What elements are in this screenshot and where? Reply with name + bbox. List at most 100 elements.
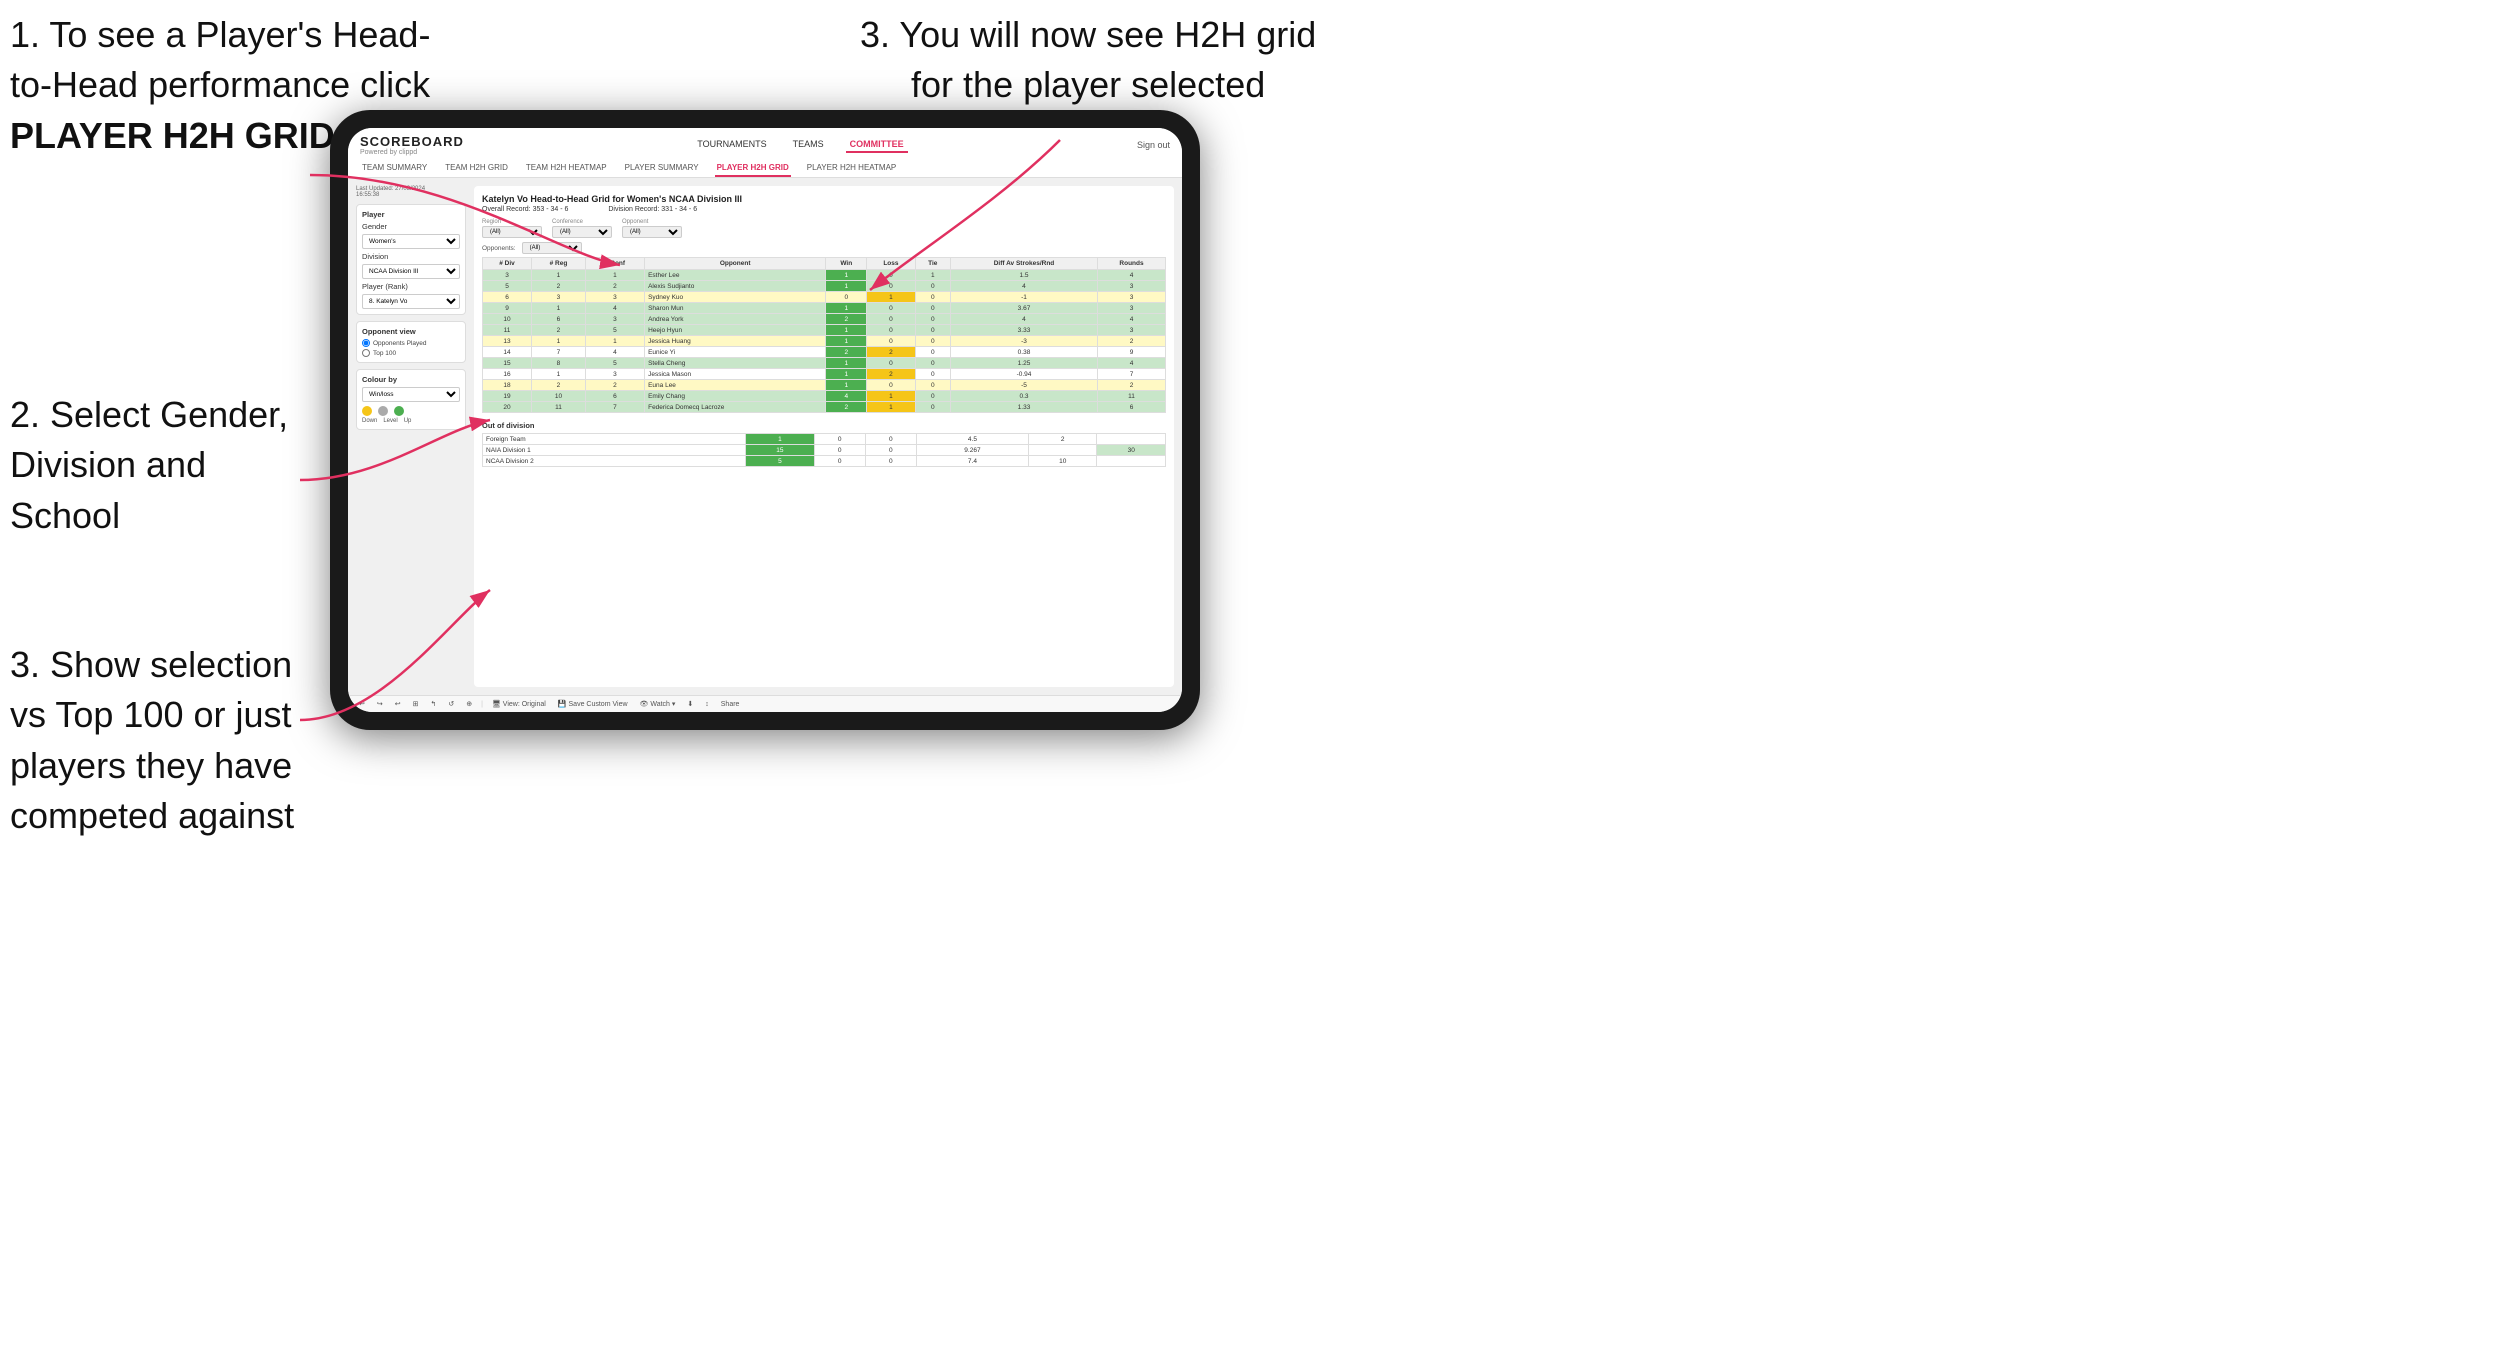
logo-sub: Powered by clippd [360,149,464,156]
cell-tie: 0 [865,456,916,467]
cell-rounds: 4 [1098,270,1166,281]
colour-dots [362,406,460,416]
nav-tournaments[interactable]: TOURNAMENTS [693,137,770,153]
cell-opponent: Federica Domecq Lacroze [645,402,826,413]
cell-extra: 30 [1097,445,1166,456]
cell-reg: 3 [532,292,586,303]
cell-loss: 0 [867,281,915,292]
table-row: 11 2 5 Heejo Hyun 1 0 0 3.33 3 [483,325,1166,336]
table-row: 3 1 1 Esther Lee 1 0 1 1.5 4 [483,270,1166,281]
nav-committee[interactable]: COMMITTEE [846,137,908,153]
conference-select[interactable]: (All) [552,226,612,238]
cell-win: 2 [826,402,867,413]
division-label: Division [362,252,460,261]
toolbar-download[interactable]: ⬇ [684,699,696,709]
cell-win: 1 [826,380,867,391]
cell-div: 19 [483,391,532,402]
cell-reg: 1 [532,369,586,380]
toolbar-redo[interactable]: ↪ [374,699,386,709]
col-win: Win [826,258,867,270]
cell-tie: 0 [865,434,916,445]
cell-tie: 0 [915,281,950,292]
region-select[interactable]: (All) [482,226,542,238]
logo-title: SCOREBOARD [360,134,464,149]
cell-win: 4 [826,391,867,402]
toolbar-view-original[interactable]: 🖥 View: Original [489,699,549,709]
cell-reg: 2 [532,281,586,292]
toolbar-undo[interactable]: ↩ [356,699,368,709]
sub-player-h2h-heatmap[interactable]: PLAYER H2H HEATMAP [805,160,899,177]
cell-rounds: 4 [1098,358,1166,369]
cell-rounds: 3 [1098,292,1166,303]
cell-rounds: 9 [1098,347,1166,358]
cell-diff: -5 [950,380,1097,391]
gender-select[interactable]: Women's [362,234,460,249]
cell-tie: 0 [915,402,950,413]
sub-team-h2h-grid[interactable]: TEAM H2H GRID [443,160,510,177]
sub-player-summary[interactable]: PLAYER SUMMARY [623,160,701,177]
opponent-select[interactable]: (All) [622,226,682,238]
cell-opponent: Alexis Sudjianto [645,281,826,292]
division-select[interactable]: NCAA Division III [362,264,460,279]
cell-diff: -1 [950,292,1097,303]
toolbar-arrow[interactable]: ↰ [428,699,440,709]
annotation-text-2: to-Head performance click [10,64,430,105]
cell-rounds: 3 [1098,281,1166,292]
overall-record: Overall Record: 353 - 34 - 6 [482,206,568,213]
sub-player-h2h-grid[interactable]: PLAYER H2H GRID [715,160,791,177]
annotation-lm-1: 2. Select Gender, [10,394,288,435]
toolbar-undo2[interactable]: ↩ [392,699,404,709]
annotation-text-1: 1. To see a Player's Head- [10,14,430,55]
sign-out-button[interactable]: Sign out [1137,140,1170,150]
toolbar-grid[interactable]: ⊞ [410,699,422,709]
toolbar-save-custom[interactable]: 💾 Save Custom View [555,699,631,709]
cell-win: 2 [826,314,867,325]
region-filter: Region (All) [482,219,542,238]
cell-div: 18 [483,380,532,391]
cell-loss: 1 [867,402,915,413]
cell-tie: 0 [915,347,950,358]
radio-group: Opponents Played Top 100 [362,339,460,357]
opponents-select[interactable]: (All) [522,242,582,254]
toolbar-refresh[interactable]: ↺ [445,699,457,709]
label-up: Up [404,418,412,424]
toolbar-zoom[interactable]: ⊕ [463,699,475,709]
toolbar-expand[interactable]: ↕ [702,700,712,709]
col-reg: # Reg [532,258,586,270]
sub-team-summary[interactable]: TEAM SUMMARY [360,160,429,177]
cell-loss: 0 [867,303,915,314]
toolbar-watch[interactable]: 👁 Watch ▾ [637,699,679,709]
cell-conf: 5 [585,358,644,369]
cell-diff: 4 [950,314,1097,325]
cell-diff: 1.5 [950,270,1097,281]
sub-team-h2h-heatmap[interactable]: TEAM H2H HEATMAP [524,160,609,177]
cell-opponent: Esther Lee [645,270,826,281]
table-row: 14 7 4 Eunice Yi 2 2 0 0.38 9 [483,347,1166,358]
colour-label: Colour by [362,375,460,384]
toolbar-share[interactable]: Share [718,700,743,709]
cell-win: 0 [826,292,867,303]
table-row: 15 8 5 Stella Cheng 1 0 0 1.25 4 [483,358,1166,369]
cell-div: 10 [483,314,532,325]
player-rank-select[interactable]: 8. Katelyn Vo [362,294,460,309]
radio1-label: Opponents Played [373,340,426,347]
colour-select[interactable]: Win/loss [362,387,460,402]
radio-top100[interactable]: Top 100 [362,349,460,357]
cell-tie: 0 [915,358,950,369]
cell-opponent: Jessica Huang [645,336,826,347]
cell-rounds: 10 [1028,456,1097,467]
annotation-lb-4: competed against [10,795,294,836]
cell-win: 1 [826,358,867,369]
dot-level [378,406,388,416]
cell-diff: 9.267 [916,445,1028,456]
dot-down [362,406,372,416]
cell-diff: 1.33 [950,402,1097,413]
cell-conf: 6 [585,391,644,402]
cell-loss: 0 [867,270,915,281]
tablet-screen: SCOREBOARD Powered by clippd TOURNAMENTS… [348,128,1182,712]
radio-opponents-played[interactable]: Opponents Played [362,339,460,347]
filter-row: Region (All) Conference (All) Opponent [482,219,1166,238]
nav-teams[interactable]: TEAMS [789,137,828,153]
cell-tie: 0 [915,336,950,347]
cell-conf: 7 [585,402,644,413]
